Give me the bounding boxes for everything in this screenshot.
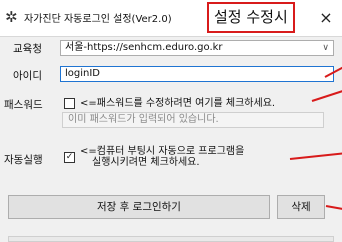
password-label: 패스워드 <box>4 99 43 111</box>
delete-button[interactable]: 삭제 <box>277 195 325 219</box>
id-label: 아이디 <box>13 70 42 82</box>
autorun-checkbox-text-1: <=컴퓨터 부팅시 자동으로 프로그램을 <box>80 146 245 157</box>
close-button[interactable]: × <box>316 8 336 28</box>
autorun-checkbox-text-2: 실행시키려면 체크하세요. <box>92 157 200 168</box>
window-title: 자가진단 자동로그인 설정(Ver2.0) <box>24 14 172 25</box>
annotation-caption: 설정 수정시 <box>207 2 295 33</box>
title-bar: ✲ 자가진단 자동로그인 설정(Ver2.0) 설정 수정시 × <box>0 0 342 37</box>
password-checkbox-text: <=패스워드를 수정하려면 여기를 체크하세요. <box>80 98 276 109</box>
autorun-checkbox[interactable]: ✓ <box>64 152 75 163</box>
office-select-value: 서울-https://senhcm.eduro.go.kr <box>65 42 223 53</box>
id-input-value: loginID <box>65 68 101 79</box>
office-select[interactable]: 서울-https://senhcm.eduro.go.kr ∨ <box>60 40 334 56</box>
password-status-field: 이미 패스워드가 입력되어 있습니다. <box>62 112 324 128</box>
annotation-arrow-3 <box>289 152 342 160</box>
annotation-arrow-4 <box>325 205 342 211</box>
office-label: 교육청 <box>13 43 42 55</box>
gear-icon: ✲ <box>5 8 18 26</box>
save-and-login-button[interactable]: 저장 후 로그인하기 <box>8 195 270 219</box>
chevron-down-icon[interactable]: ∨ <box>322 41 329 55</box>
bottom-divider <box>8 236 334 242</box>
password-edit-checkbox[interactable] <box>64 98 75 109</box>
id-input[interactable]: loginID <box>60 66 334 82</box>
autorun-label: 자동실행 <box>4 154 43 166</box>
annotation-arrow-2 <box>311 89 342 102</box>
